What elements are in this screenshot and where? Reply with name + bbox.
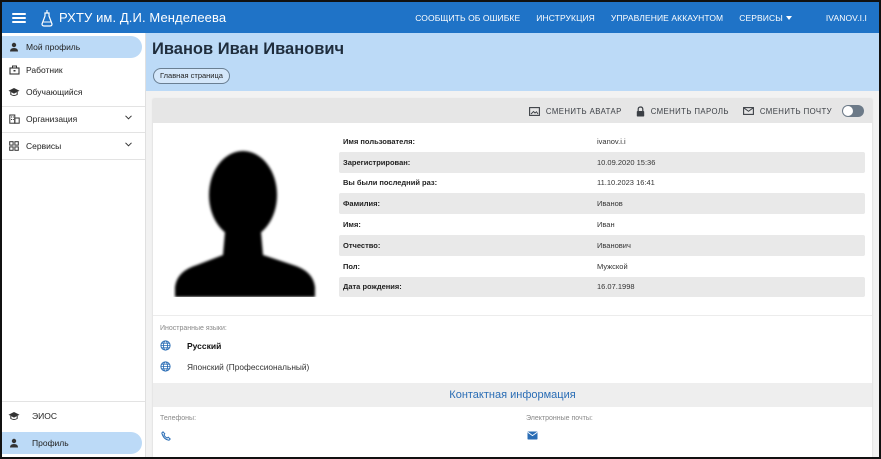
sidebar-item-label: Сервисы [26, 141, 62, 151]
sidebar-item-student[interactable]: Обучающийся [2, 81, 142, 103]
services-dropdown[interactable]: Сервисы [739, 13, 792, 23]
contacts-section-title: Контактная информация [153, 383, 872, 407]
info-row: Имя: Иван [339, 214, 865, 235]
briefcase-icon [8, 64, 20, 76]
sidebar-item-label: Профиль [32, 438, 69, 448]
sidebar-item-organization[interactable]: Организация [2, 108, 142, 130]
sidebar-item-label: Работник [26, 65, 63, 75]
graduation-cap-icon [8, 410, 20, 422]
brand-title[interactable]: РХТУ им. Д.И. Менделеева [59, 10, 226, 25]
services-dropdown-label: Сервисы [739, 12, 783, 23]
info-row: Дата рождения: 16.07.1998 [339, 276, 865, 298]
toggle-knob [843, 106, 853, 116]
info-value: 11.10.2023 16:41 [597, 178, 655, 188]
change-avatar-label: Сменить аватар [545, 106, 622, 116]
app-window: РХТУ им. Д.И. Менделеева Сообщить об оши… [0, 0, 881, 459]
profile-toolbar: Сменить аватар Сменить пароль Сменить по… [153, 99, 872, 123]
home-page-chip[interactable]: Главная страница [153, 68, 230, 84]
university-logo-icon [41, 9, 53, 27]
languages-caption: Иностранные языки: [160, 325, 227, 332]
info-key: Имя пользователя: [343, 136, 415, 146]
language-item: Русский [160, 340, 221, 351]
info-key: Вы были последний раз: [343, 178, 438, 188]
info-key: Зарегистрирован: [343, 157, 411, 167]
top-app-bar: РХТУ им. Д.И. Менделеева Сообщить об оши… [2, 2, 879, 33]
sidebar-divider [2, 401, 145, 402]
sidebar-item-profile[interactable]: Профиль [2, 432, 142, 454]
sidebar-item-my-profile[interactable]: Мой профиль [2, 36, 142, 58]
person-icon [8, 41, 20, 53]
info-value: Мужской [597, 261, 628, 271]
building-icon [8, 113, 20, 125]
info-row: Фамилия: Иванов [339, 193, 865, 215]
section-divider [153, 315, 872, 316]
email-icon[interactable] [527, 431, 538, 440]
phones-caption: Телефоны: [160, 415, 197, 422]
globe-icon [160, 340, 171, 351]
info-value: Иванов [597, 199, 623, 209]
lock-icon [636, 105, 644, 116]
info-key: Дата рождения: [343, 282, 402, 292]
top-navigation: Сообщить об ошибке Инструкция Управление… [399, 2, 867, 33]
sidebar: Мой профиль Работник Обучающийся Организ… [2, 33, 146, 457]
avatar-silhouette-icon [175, 151, 315, 297]
sidebar-item-label: ЭИОС [32, 411, 57, 421]
account-management-link[interactable]: Управление аккаунтом [611, 13, 723, 23]
info-row: Отчество: Иванович [339, 234, 865, 256]
info-key: Фамилия: [343, 199, 380, 209]
main-content: Иванов Иван Иванович Главная страница См… [146, 33, 879, 457]
info-value: 16.07.1998 [597, 282, 635, 292]
info-key: Отчество: [343, 240, 381, 250]
menu-icon[interactable] [12, 12, 26, 23]
phone-icon[interactable] [161, 431, 171, 441]
chevron-down-icon [125, 142, 132, 147]
language-label: Японский (Профессиональный) [187, 361, 310, 372]
profile-card: Сменить аватар Сменить пароль Сменить по… [153, 99, 872, 457]
page-title: Иванов Иван Иванович [152, 40, 345, 58]
email-icon [742, 107, 754, 115]
email-toggle-switch[interactable] [842, 105, 864, 117]
change-email-label: Сменить почту [759, 106, 832, 116]
info-value: Иванович [597, 240, 631, 250]
sidebar-item-services[interactable]: Сервисы [2, 135, 142, 157]
info-row: Пол: Мужской [339, 256, 865, 277]
change-email-button[interactable]: Сменить почту [742, 106, 832, 116]
globe-icon [160, 361, 171, 372]
info-key: Пол: [343, 261, 361, 271]
language-item: Японский (Профессиональный) [160, 361, 309, 372]
change-password-label: Сменить пароль [650, 106, 729, 116]
caret-down-icon [785, 15, 792, 20]
info-key: Имя: [343, 220, 361, 230]
sidebar-item-label: Организация [26, 114, 78, 124]
apps-icon [8, 140, 20, 152]
person-icon [8, 437, 20, 449]
emails-caption: Электронные почты: [526, 415, 593, 422]
sidebar-divider [2, 132, 145, 133]
info-value: 10.09.2020 15:36 [597, 157, 656, 167]
page-header: Иванов Иван Иванович Главная страница [146, 33, 879, 91]
graduation-cap-icon [8, 86, 20, 98]
change-avatar-button[interactable]: Сменить аватар [528, 106, 622, 116]
sidebar-divider [2, 159, 145, 160]
info-row: Вы были последний раз: 11.10.2023 16:41 [339, 173, 865, 194]
info-row: Имя пользователя: ivanov.i.i [339, 131, 865, 152]
user-menu[interactable]: IVANOV.I.I [826, 13, 867, 23]
chevron-down-icon [125, 115, 132, 120]
sidebar-item-label: Мой профиль [26, 42, 81, 52]
sidebar-item-label: Обучающийся [26, 87, 83, 97]
sidebar-item-worker[interactable]: Работник [2, 59, 142, 81]
sidebar-item-eios[interactable]: ЭИОС [2, 405, 142, 427]
info-value: ivanov.i.i [597, 136, 626, 146]
sidebar-divider [2, 106, 145, 107]
info-value: Иван [597, 220, 615, 230]
info-row: Зарегистрирован: 10.09.2020 15:36 [339, 151, 865, 173]
image-icon [528, 106, 540, 116]
instructions-link[interactable]: Инструкция [536, 13, 595, 23]
profile-info-table: Имя пользователя: ivanov.i.i Зарегистриро… [339, 131, 865, 298]
report-error-link[interactable]: Сообщить об ошибке [415, 13, 520, 23]
language-label: Русский [187, 340, 222, 351]
change-password-button[interactable]: Сменить пароль [636, 105, 729, 117]
